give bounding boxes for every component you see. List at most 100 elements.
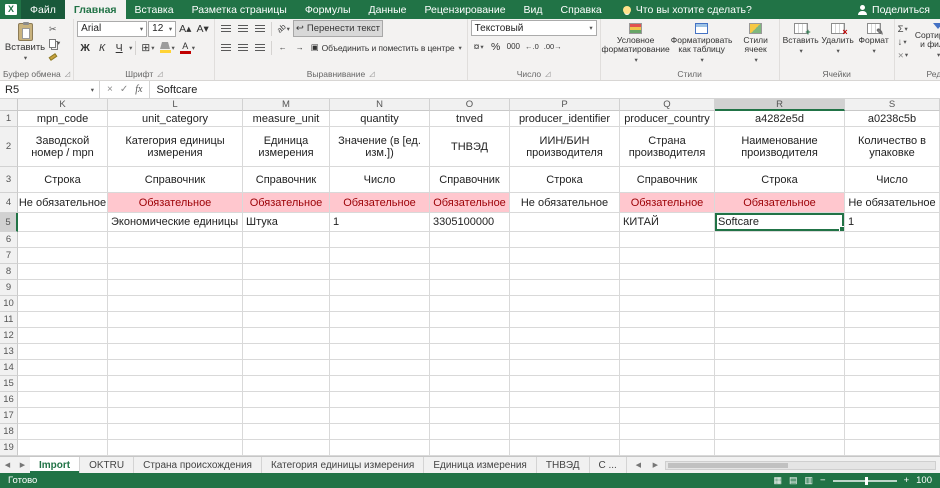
row-header-15[interactable]: 15 <box>0 376 18 392</box>
select-all-corner[interactable] <box>0 99 18 111</box>
cell-S11[interactable] <box>845 312 940 328</box>
cell-R5[interactable]: Softcare <box>715 213 845 232</box>
column-header-Q[interactable]: Q <box>620 99 715 111</box>
wrap-text-button[interactable]: ↩ Перенести текст <box>292 20 384 37</box>
row-header-10[interactable]: 10 <box>0 296 18 312</box>
sheet-tab-country-origin[interactable]: Страна происхождения <box>134 457 262 473</box>
cell-P11[interactable] <box>510 312 620 328</box>
zoom-in-button[interactable]: + <box>904 475 910 486</box>
cell-R7[interactable] <box>715 248 845 264</box>
increase-decimal-button[interactable]: ←.0 <box>523 38 541 55</box>
cell-S5[interactable]: 1 <box>845 213 940 232</box>
cell-R8[interactable] <box>715 264 845 280</box>
cell-L2[interactable]: Категория единицы измерения <box>108 127 243 167</box>
cell-N15[interactable] <box>330 376 430 392</box>
cell-S13[interactable] <box>845 344 940 360</box>
row-header-3[interactable]: 3 <box>0 167 18 193</box>
cell-K11[interactable] <box>18 312 108 328</box>
cell-S10[interactable] <box>845 296 940 312</box>
autosum-button[interactable]: Σ ▾ <box>898 23 909 35</box>
cell-P7[interactable] <box>510 248 620 264</box>
cell-N6[interactable] <box>330 232 430 248</box>
font-name-select[interactable]: Arial ▾ <box>77 20 148 37</box>
cell-K2[interactable]: Заводской номер / mpn <box>18 127 108 167</box>
cell-K3[interactable]: Строка <box>18 167 108 193</box>
row-header-7[interactable]: 7 <box>0 248 18 264</box>
cell-O16[interactable] <box>430 392 510 408</box>
insert-cells-button[interactable]: + Вставить ▾ <box>783 20 819 56</box>
cell-N1[interactable]: quantity <box>330 111 430 127</box>
cell-R14[interactable] <box>715 360 845 376</box>
sheet-tab-measure-unit[interactable]: Единица измерения <box>424 457 537 473</box>
cut-button[interactable]: ✂ <box>49 23 60 35</box>
cell-Q15[interactable] <box>620 376 715 392</box>
increase-indent-button[interactable]: → <box>292 39 308 56</box>
cell-K15[interactable] <box>18 376 108 392</box>
cell-N4[interactable]: Обязательное <box>330 193 430 213</box>
cell-K5[interactable] <box>18 213 108 232</box>
cell-P19[interactable] <box>510 440 620 456</box>
clear-button[interactable]: ✕ ▾ <box>898 49 909 61</box>
number-format-select[interactable]: Текстовый ▾ <box>470 20 597 36</box>
cell-R11[interactable] <box>715 312 845 328</box>
cell-M13[interactable] <box>243 344 330 360</box>
row-header-19[interactable]: 19 <box>0 440 18 456</box>
page-layout-view-icon[interactable]: ▤ <box>789 476 798 485</box>
cell-M3[interactable]: Справочник <box>243 167 330 193</box>
align-left-button[interactable] <box>218 39 234 56</box>
cell-R17[interactable] <box>715 408 845 424</box>
cell-Q19[interactable] <box>620 440 715 456</box>
cell-K1[interactable]: mpn_code <box>18 111 108 127</box>
cell-O19[interactable] <box>430 440 510 456</box>
cell-P10[interactable] <box>510 296 620 312</box>
cell-P13[interactable] <box>510 344 620 360</box>
tell-me-search[interactable]: Что вы хотите сделать? <box>622 0 752 19</box>
cell-styles-button[interactable]: Стили ячеек ▾ <box>736 20 776 65</box>
cell-O10[interactable] <box>430 296 510 312</box>
cell-S14[interactable] <box>845 360 940 376</box>
cell-L9[interactable] <box>108 280 243 296</box>
cell-O11[interactable] <box>430 312 510 328</box>
row-header-8[interactable]: 8 <box>0 264 18 280</box>
cell-R10[interactable] <box>715 296 845 312</box>
scroll-right-icon[interactable]: ▶ <box>648 461 663 469</box>
cell-P5[interactable] <box>510 213 620 232</box>
align-right-button[interactable] <box>252 39 268 56</box>
number-dialog-launcher[interactable]: ◿ <box>545 70 550 78</box>
align-top-button[interactable] <box>218 20 234 37</box>
cell-R2[interactable]: Наименование производителя <box>715 127 845 167</box>
column-header-M[interactable]: M <box>243 99 330 111</box>
cell-P3[interactable]: Строка <box>510 167 620 193</box>
cell-R16[interactable] <box>715 392 845 408</box>
cell-P14[interactable] <box>510 360 620 376</box>
cell-N14[interactable] <box>330 360 430 376</box>
cell-Q4[interactable]: Обязательное <box>620 193 715 213</box>
cell-L11[interactable] <box>108 312 243 328</box>
cell-O7[interactable] <box>430 248 510 264</box>
alignment-dialog-launcher[interactable]: ◿ <box>369 70 374 78</box>
cell-N19[interactable] <box>330 440 430 456</box>
sheet-tab-truncated[interactable]: С ... <box>590 457 627 473</box>
zoom-slider[interactable] <box>832 476 897 485</box>
cell-K13[interactable] <box>18 344 108 360</box>
cell-K10[interactable] <box>18 296 108 312</box>
cell-S1[interactable]: a0238c5b <box>845 111 940 127</box>
cell-L15[interactable] <box>108 376 243 392</box>
cell-M14[interactable] <box>243 360 330 376</box>
cell-L18[interactable] <box>108 424 243 440</box>
cell-N9[interactable] <box>330 280 430 296</box>
cell-P4[interactable]: Не обязательное <box>510 193 620 213</box>
cell-L4[interactable]: Обязательное <box>108 193 243 213</box>
cell-K4[interactable]: Не обязательное <box>18 193 108 213</box>
cell-M19[interactable] <box>243 440 330 456</box>
clipboard-dialog-launcher[interactable]: ◿ <box>65 70 70 78</box>
cell-R4[interactable]: Обязательное <box>715 193 845 213</box>
tab-review[interactable]: Рецензирование <box>415 0 514 19</box>
row-header-13[interactable]: 13 <box>0 344 18 360</box>
cell-S3[interactable]: Число <box>845 167 940 193</box>
row-header-18[interactable]: 18 <box>0 424 18 440</box>
cancel-button[interactable]: × <box>107 84 113 95</box>
cell-O18[interactable] <box>430 424 510 440</box>
cell-S15[interactable] <box>845 376 940 392</box>
scrollbar-track[interactable] <box>664 460 936 470</box>
